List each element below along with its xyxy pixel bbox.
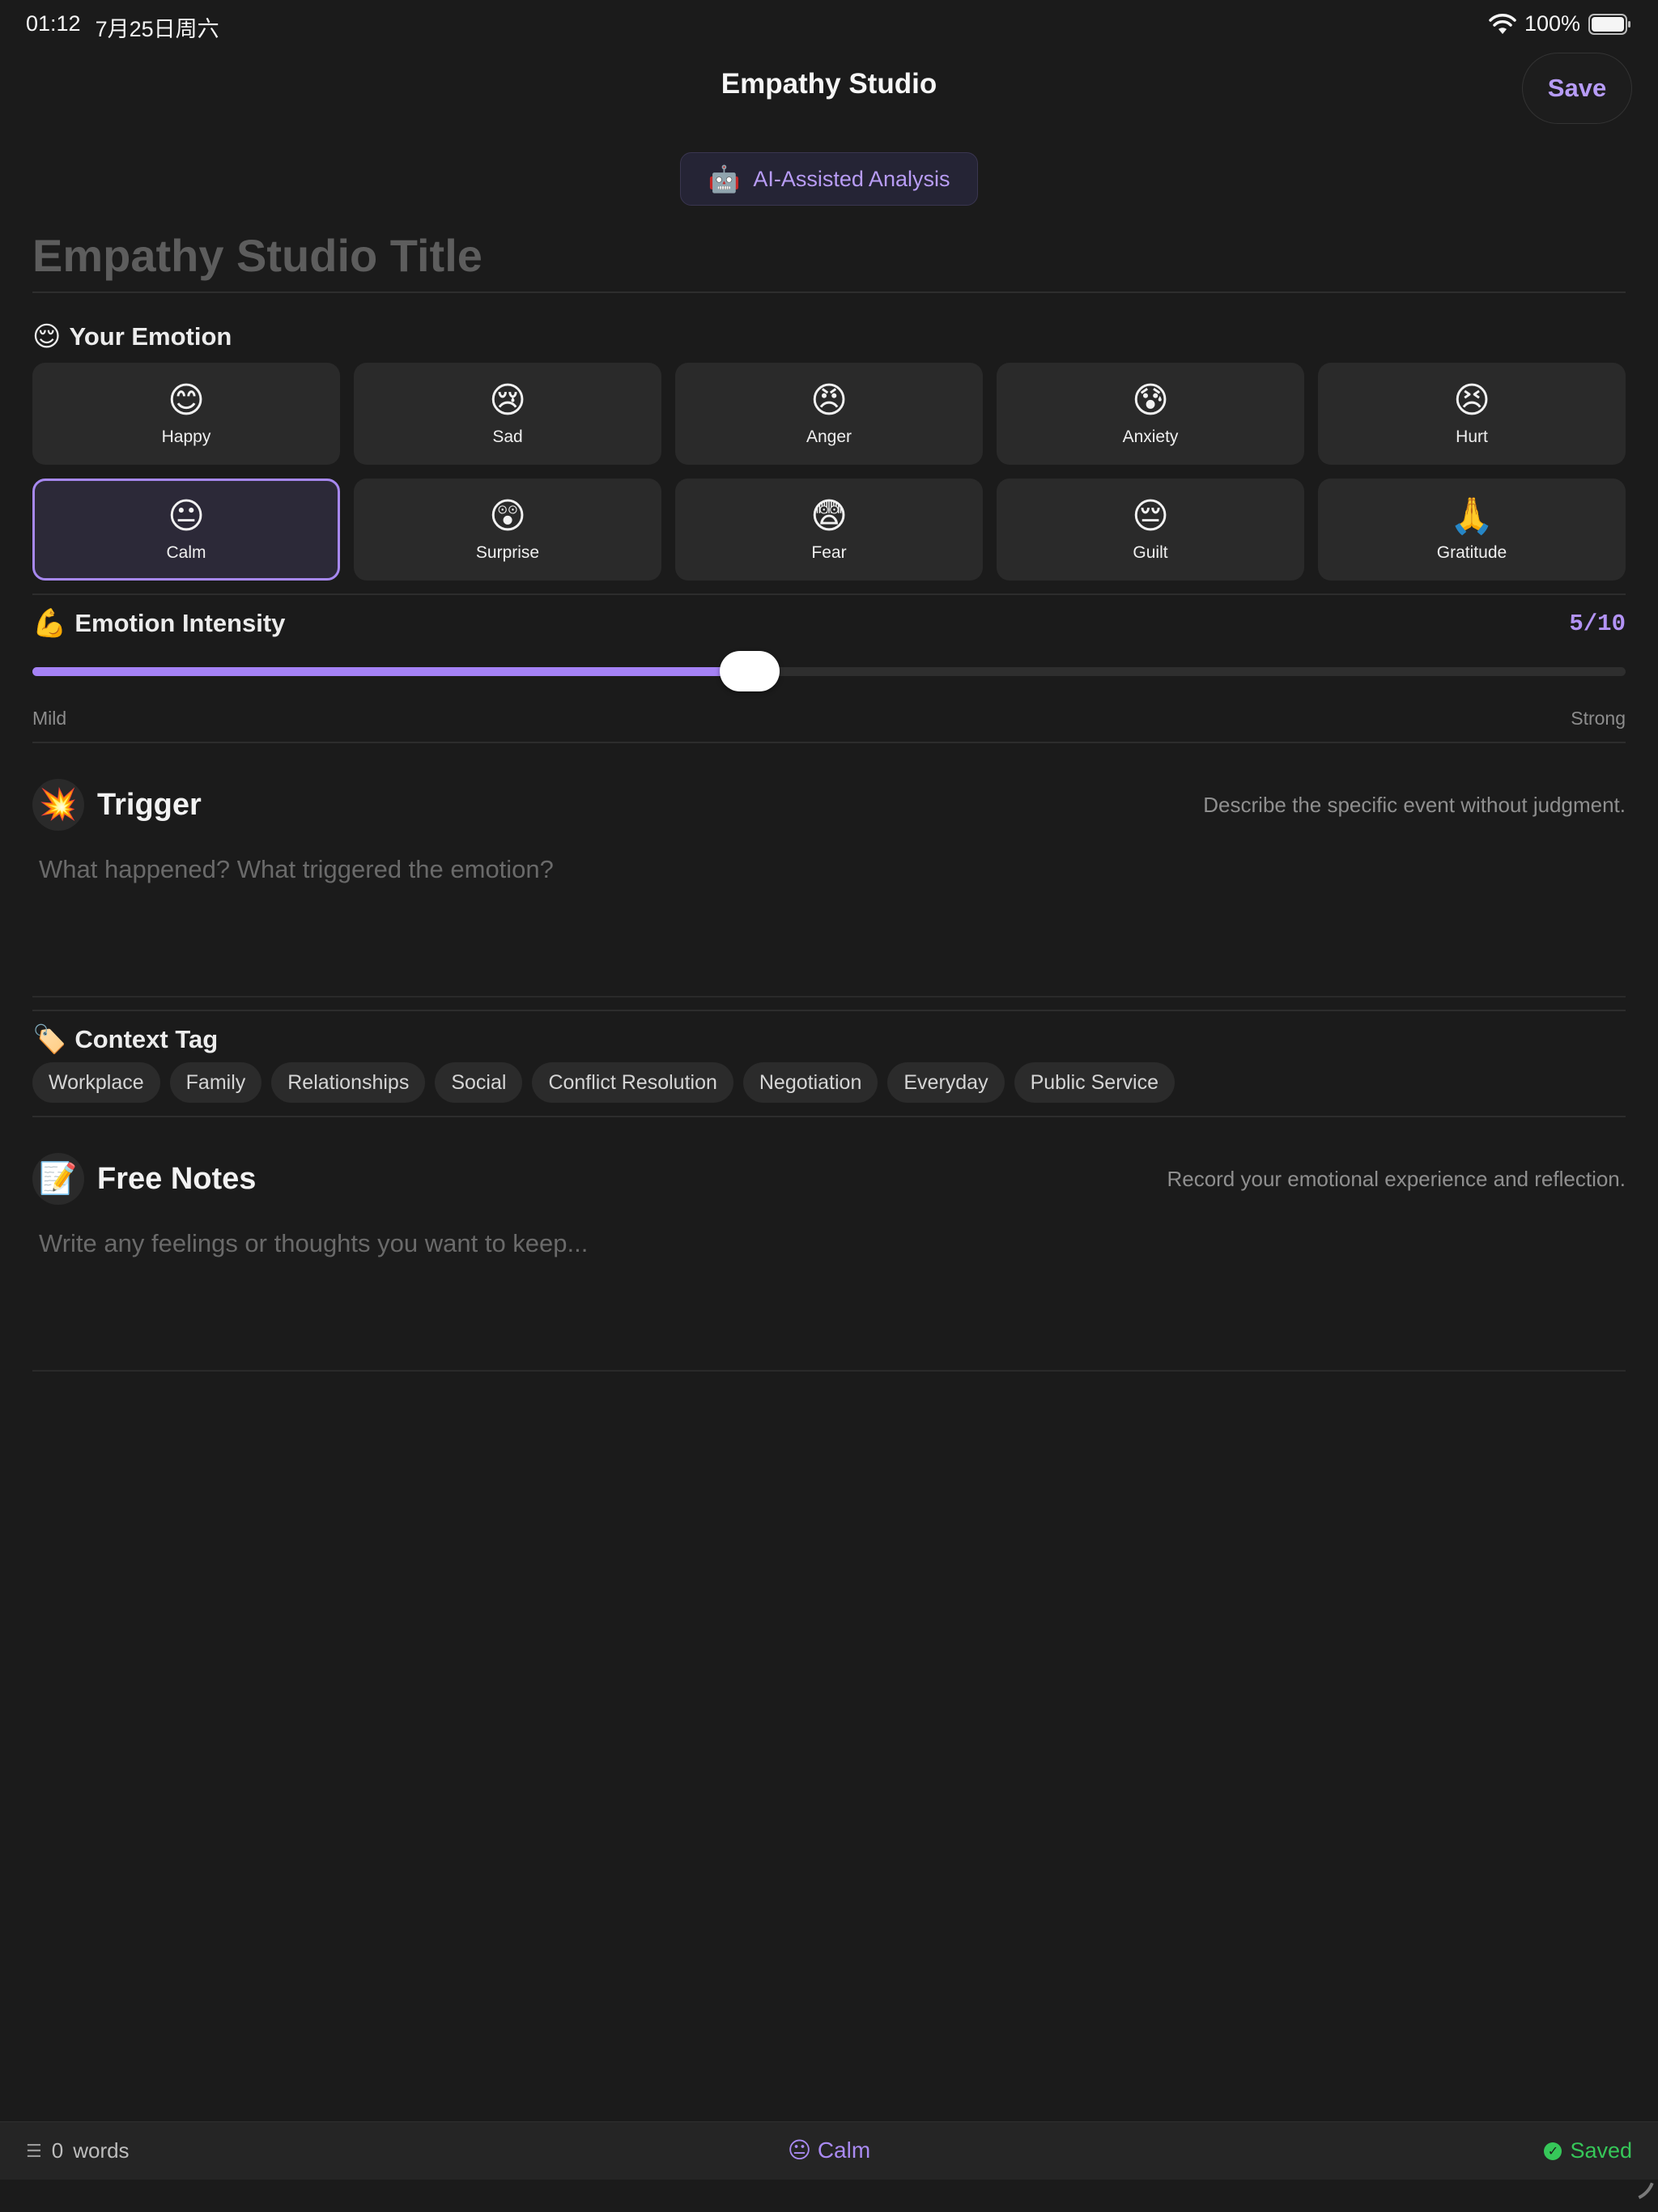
emotion-label: Gratitude [1436,543,1507,562]
free-notes-title: Free Notes [97,1161,257,1196]
ai-assisted-analysis-button[interactable]: 🤖 AI-Assisted Analysis [680,152,978,206]
slider-thumb[interactable] [719,651,780,691]
trigger-header: 💥 Trigger Describe the specific event wi… [32,779,1626,831]
flexed-biceps-icon: 💪 [32,608,67,639]
neutral-face-icon: 😐 [168,496,205,536]
slider-fill [32,667,750,676]
anxious-face-icon: 😰 [1132,381,1169,420]
page-title: Empathy Studio [721,68,937,100]
pensive-face-icon: 😔 [1132,496,1169,536]
label-tag-icon: 🏷️ [32,1024,67,1055]
bottom-status-bar: ☰ 0 words 😐 Calm ✓ Saved [0,2121,1658,2180]
emotion-intensity-label: 💪 Emotion Intensity [32,608,286,639]
status-bar: 01:12 7月25日周六 100% [0,0,1658,52]
robot-icon: 🤖 [708,164,741,194]
your-emotion-label: 😌 Your Emotion [32,321,232,352]
happy-face-icon: 😊 [168,381,205,420]
empathy-studio-page: 01:12 7月25日周六 100% Empathy Studio Save 🤖… [0,0,1658,2212]
slider-max-label: Strong [1571,708,1626,729]
emotion-label: Surprise [475,543,540,562]
tag-conflict-resolution[interactable]: Conflict Resolution [532,1062,733,1103]
intensity-slider[interactable] [32,651,1626,691]
wifi-icon [1489,13,1516,34]
ai-assisted-analysis-label: AI-Assisted Analysis [753,166,950,191]
emotion-label: Guilt [1133,543,1168,562]
tag-everyday[interactable]: Everyday [887,1062,1005,1103]
divider [32,1010,1626,1011]
tag-workplace[interactable]: Workplace [32,1062,160,1103]
emotion-card-calm[interactable]: 😐 Calm [32,479,340,581]
saved-label: Saved [1570,2138,1632,2163]
astonished-face-icon: 😲 [489,496,526,536]
status-time: 01:12 [26,11,81,36]
tag-social[interactable]: Social [435,1062,523,1103]
emotion-label: Anxiety [1122,428,1179,446]
free-notes-header: 📝 Free Notes Record your emotional exper… [32,1153,1626,1205]
battery-percent: 100% [1524,11,1580,36]
divider [32,593,1626,595]
slider-min-label: Mild [32,708,67,729]
crying-face-icon: 😢 [489,381,526,420]
emotion-label: Fear [811,543,847,562]
emotion-card-fear[interactable]: 😨 Fear [675,479,983,581]
emotion-card-happy[interactable]: 😊 Happy [32,363,340,465]
divider [32,742,1626,743]
emotion-card-gratitude[interactable]: 🙏 Gratitude [1318,479,1626,581]
emotion-card-sad[interactable]: 😢 Sad [354,363,661,465]
trigger-input[interactable] [32,842,1626,998]
trigger-title: Trigger [97,787,202,822]
emotion-card-hurt[interactable]: 😣 Hurt [1318,363,1626,465]
current-emotion-indicator: 😐 Calm [787,2138,871,2163]
emotion-label: Happy [161,428,211,446]
context-tags: Workplace Family Relationships Social Co… [32,1062,1175,1103]
battery-icon [1588,13,1630,35]
persevering-face-icon: 😣 [1453,381,1490,420]
saved-status: ✓ Saved [1544,2138,1632,2163]
emotion-card-surprise[interactable]: 😲 Surprise [354,479,661,581]
check-circle-icon: ✓ [1544,2142,1562,2160]
context-tag-label: 🏷️ Context Tag [32,1024,219,1055]
emotion-grid: 😊 Happy 😢 Sad 😠 Anger 😰 Anxiety 😣 Hurt 😐… [32,363,1626,581]
collision-icon: 💥 [32,779,84,831]
emotion-label: Sad [492,428,523,446]
emotion-label: Anger [806,428,852,446]
title-input[interactable] [32,219,1626,293]
memo-icon: 📝 [32,1153,84,1205]
angry-face-icon: 😠 [810,381,848,420]
emotion-label: Hurt [1456,428,1488,446]
folded-hands-icon: 🙏 [1449,496,1494,536]
emotion-label: Calm [166,543,206,562]
trigger-hint: Describe the specific event without judg… [1203,792,1626,817]
emotion-card-anxiety[interactable]: 😰 Anxiety [997,363,1304,465]
intensity-value: 5/10 [1569,610,1626,637]
divider [32,1116,1626,1117]
tag-family[interactable]: Family [169,1062,262,1103]
emotion-card-guilt[interactable]: 😔 Guilt [997,479,1304,581]
status-date: 7月25日周六 [95,17,219,41]
fearful-face-icon: 😨 [810,496,848,536]
tag-relationships[interactable]: Relationships [271,1062,426,1103]
relieved-face-icon: 😌 [32,321,62,352]
emotion-card-anger[interactable]: 😠 Anger [675,363,983,465]
save-button[interactable]: Save [1522,53,1632,124]
free-notes-hint: Record your emotional experience and ref… [1167,1166,1626,1191]
tag-public-service[interactable]: Public Service [1014,1062,1175,1103]
free-notes-input[interactable] [32,1216,1626,1372]
tag-negotiation[interactable]: Negotiation [742,1062,878,1103]
